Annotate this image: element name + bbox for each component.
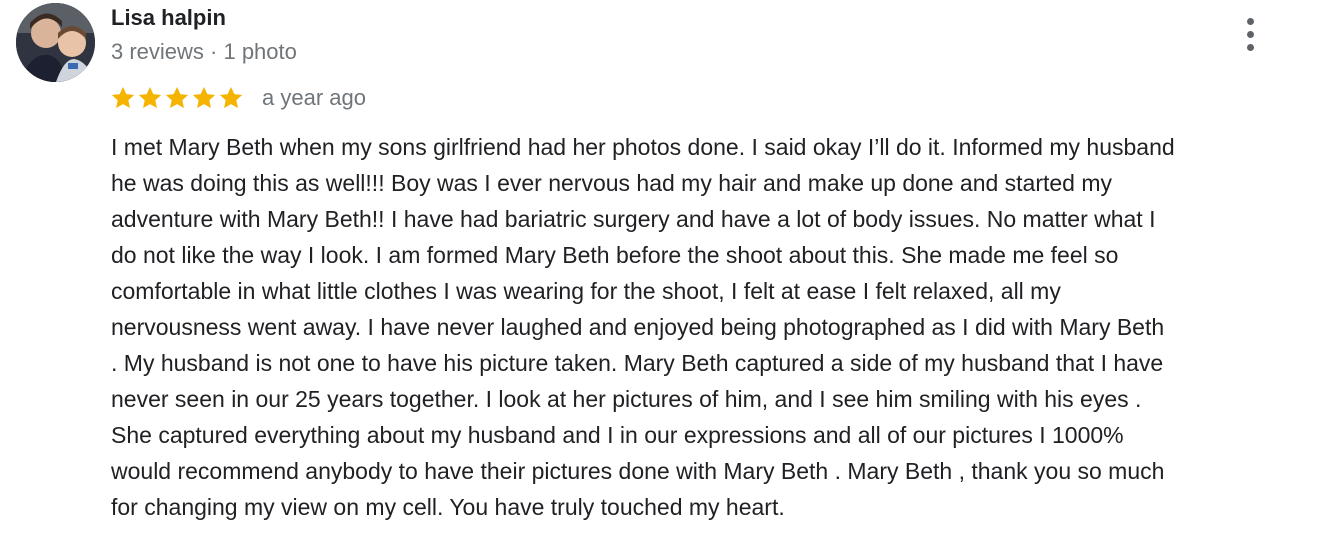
more-vertical-icon-dot [1246,43,1254,51]
star-rating [110,85,244,111]
reviewer-meta[interactable]: 3 reviews · 1 photo [111,39,297,65]
star-icon [219,86,243,108]
review-text-line: would recommend anybody to have their pi… [111,458,1165,484]
review-text-line: never seen in our 25 years together. I l… [111,386,1142,412]
avatar-photo [16,3,95,82]
review-date: a year ago [262,85,366,110]
more-vertical-icon [1246,17,1254,25]
rating-row: a year ago [110,84,366,112]
star-icon [192,86,216,108]
review-text-line: nervousness went away. I have never laug… [111,314,1165,340]
avatar[interactable] [16,3,95,82]
review-text-line: . My husband is not one to have his pict… [111,350,1164,376]
star-icon [111,86,135,108]
star-icon [138,86,162,108]
more-vertical-icon-dot [1246,30,1254,38]
review-text-line: he was doing this as well!!! Boy was I e… [111,170,1113,196]
review-text-line: She captured everything about my husband… [111,422,1124,448]
more-options-button[interactable] [1234,12,1266,56]
review-text-line: do not like the way I look. I am formed … [111,242,1119,268]
review-text-line: comfortable in what little clothes I was… [111,278,1061,304]
reviewer-name[interactable]: Lisa halpin [111,5,226,31]
review-text: I met Mary Beth when my sons girlfriend … [111,129,1326,525]
review-text-line: adventure with Mary Beth!! I have had ba… [111,206,1156,232]
review-text-line: I met Mary Beth when my sons girlfriend … [111,134,1175,160]
review-card: Lisa halpin 3 reviews · 1 photo a year a… [0,0,1338,536]
review-text-line: for changing my view on my cell. You hav… [111,494,785,520]
star-icon [165,86,189,108]
